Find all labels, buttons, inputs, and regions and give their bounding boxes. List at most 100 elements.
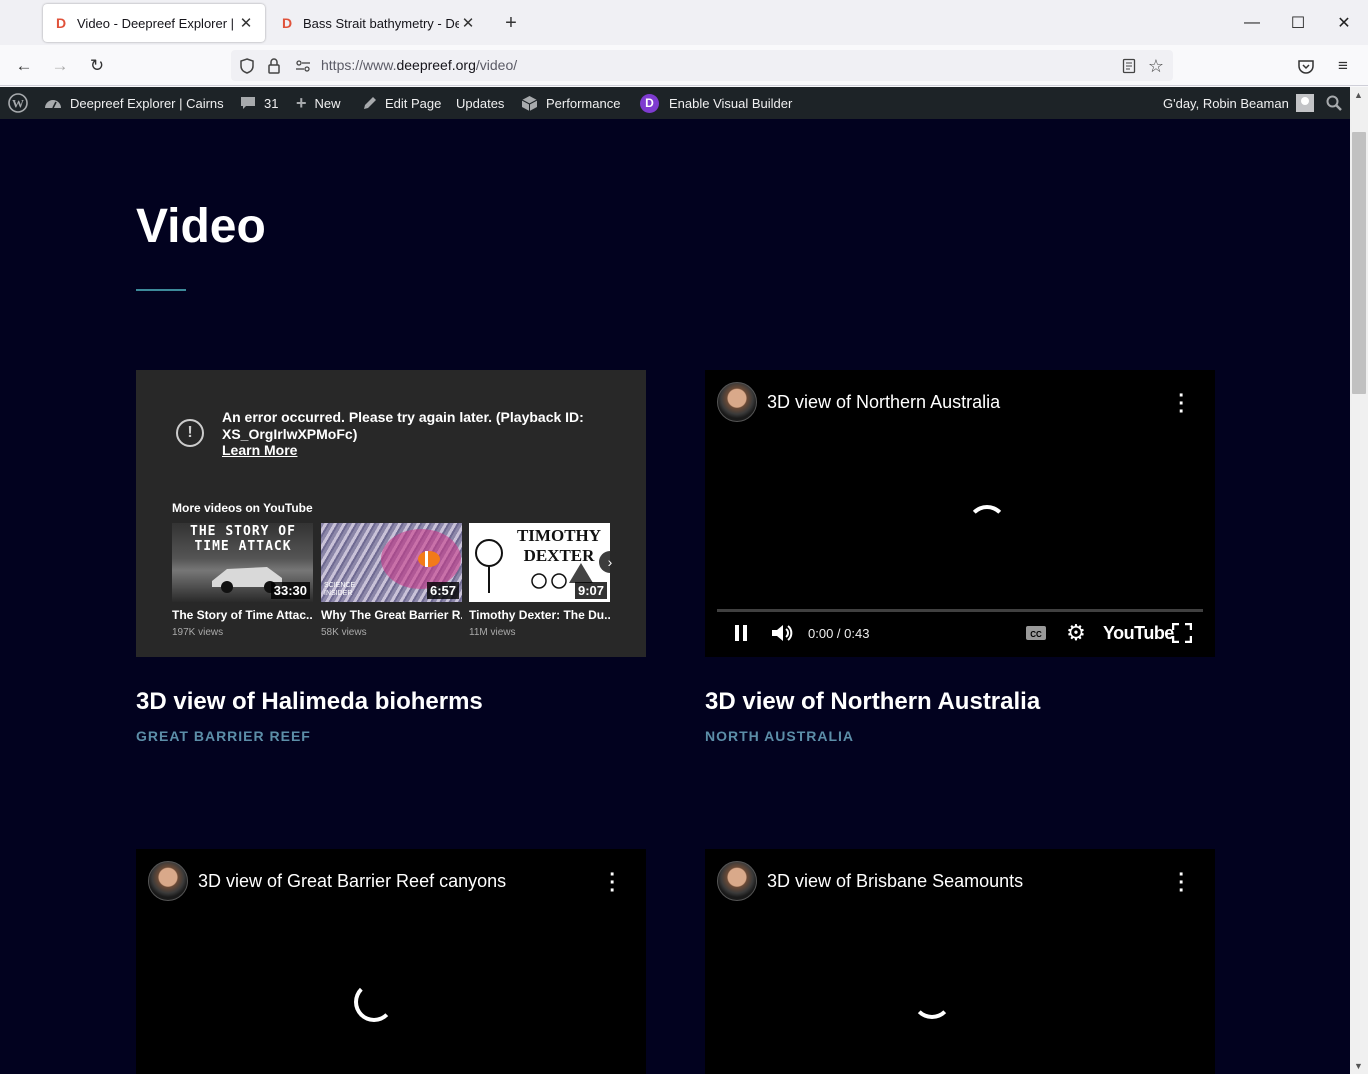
error-message: An error occurred. Please try again late… (222, 409, 584, 442)
suggested-video[interactable]: SCIENCE INSIDER 6:57 Why The Great Barri… (321, 523, 462, 638)
minimize-icon[interactable]: — (1229, 0, 1275, 45)
suggested-video-title: Timothy Dexter: The Du... (469, 608, 610, 622)
comment-bubble-icon (240, 95, 256, 111)
new-content-menu[interactable]: + New (296, 87, 341, 119)
address-bar[interactable]: https://www.deepreef.org/video/ ☆ (231, 50, 1173, 81)
comments-count: 31 (264, 95, 279, 111)
wp-admin-bar: W Deepreef Explorer | Cairns 31 + New Ed… (0, 87, 1368, 119)
suggested-video[interactable]: TIMOTHY DEXTER 9:07 Timothy Dexter: The … (469, 523, 610, 638)
thumbnail-caption: SCIENCE INSIDER (324, 582, 356, 597)
pocket-icon[interactable] (1293, 53, 1319, 79)
video-player-northern-australia[interactable]: 3D view of Northern Australia · · · 0:00 /… (705, 370, 1215, 657)
channel-avatar[interactable] (717, 861, 757, 901)
maximize-icon[interactable]: ☐ (1275, 0, 1321, 45)
page-title: Video (136, 200, 266, 253)
avatar (1295, 94, 1314, 112)
scrollbar-thumb[interactable] (1352, 132, 1366, 394)
page-content: Video ! An error occurred. Please try ag… (0, 119, 1350, 1074)
title-divider (136, 289, 186, 291)
video-thumbnail: SCIENCE INSIDER 6:57 (321, 523, 462, 602)
scroll-up-icon[interactable]: ▲ (1354, 90, 1363, 100)
player-title[interactable]: 3D view of Brisbane Seamounts (767, 871, 1023, 892)
player-title[interactable]: 3D view of Great Barrier Reef canyons (198, 871, 506, 892)
forward-icon[interactable]: → (47, 53, 73, 79)
my-account-menu[interactable]: G'day, Robin Beaman (1163, 87, 1314, 119)
scroll-down-icon[interactable]: ▼ (1354, 1061, 1363, 1071)
close-tab-icon[interactable]: ✕ (459, 14, 477, 32)
reader-view-icon[interactable] (1120, 57, 1138, 75)
video-duration: 6:57 (426, 582, 459, 599)
chevron-right-icon[interactable]: › (599, 551, 621, 573)
updates-link[interactable]: Updates (456, 87, 504, 119)
video-card-title[interactable]: 3D view of Halimeda bioherms (136, 688, 483, 716)
performance-cube-icon (521, 95, 538, 112)
suggested-video-views: 58K views (321, 627, 367, 638)
svg-text:W: W (12, 97, 24, 111)
player-controls: 0:00 / 0:43 CC ⚙ YouTube (705, 609, 1215, 657)
back-icon[interactable]: ← (11, 53, 37, 79)
channel-avatar[interactable] (717, 382, 757, 422)
more-videos-label: More videos on YouTube (172, 501, 313, 515)
channel-avatar[interactable] (148, 861, 188, 901)
updates-label: Updates (456, 95, 505, 111)
visual-builder-label: Enable Visual Builder (669, 95, 793, 111)
more-options-icon[interactable]: · · · (1178, 865, 1185, 901)
wordpress-logo-icon[interactable]: W (8, 87, 28, 119)
greeting-label: G'day, Robin Beaman (1163, 95, 1289, 111)
video-player-gbr-canyons[interactable]: 3D view of Great Barrier Reef canyons · ·… (136, 849, 646, 1074)
bookmark-star-icon[interactable]: ☆ (1147, 56, 1165, 76)
volume-icon[interactable] (769, 621, 795, 645)
pencil-icon (362, 96, 377, 111)
tab-title: Video - Deepreef Explorer | Cairns (77, 15, 237, 31)
settings-gear-icon[interactable]: ⚙ (1065, 620, 1087, 645)
video-card-category[interactable]: NORTH AUSTRALIA (705, 728, 854, 744)
tab-bass-strait[interactable]: D Bass Strait bathymetry - Deepreef Expl… (269, 4, 487, 42)
more-options-icon[interactable]: · · · (1178, 386, 1185, 422)
video-duration: 33:30 (270, 582, 310, 599)
comments-menu[interactable]: 31 (240, 87, 278, 119)
loading-spinner (967, 505, 1007, 545)
edit-page-label: Edit Page (385, 95, 442, 111)
tab-title: Bass Strait bathymetry - Deepreef Explor… (303, 15, 459, 31)
video-card-category[interactable]: GREAT BARRIER REEF (136, 728, 311, 744)
divi-logo-icon: D (640, 93, 659, 113)
site-name-menu[interactable]: Deepreef Explorer | Cairns (44, 87, 224, 119)
navigation-bar: ← → ↻ https://www.deepreef.org/video/ ☆ … (0, 45, 1368, 86)
close-tab-icon[interactable]: ✕ (237, 14, 255, 32)
suggested-video-title: Why The Great Barrier R... (321, 608, 462, 622)
menu-icon[interactable]: ≡ (1330, 53, 1356, 79)
deepreef-favicon-icon: D (55, 15, 67, 31)
visual-builder-link[interactable]: D Enable Visual Builder (640, 87, 792, 119)
fullscreen-icon[interactable] (1171, 621, 1193, 645)
permissions-icon[interactable] (294, 57, 312, 75)
new-label: New (314, 95, 341, 111)
captions-icon[interactable]: CC (1025, 621, 1047, 645)
performance-menu[interactable]: Performance (521, 87, 620, 119)
close-window-icon[interactable]: ✕ (1321, 0, 1367, 45)
tab-video[interactable]: D Video - Deepreef Explorer | Cairns ✕ (43, 4, 265, 42)
shield-icon[interactable] (238, 57, 256, 75)
video-player-brisbane-seamounts[interactable]: 3D view of Brisbane Seamounts · · · (705, 849, 1215, 1074)
search-icon[interactable] (1326, 87, 1342, 119)
suggested-video[interactable]: THE STORY OF TIME ATTACK 33:30 The Story… (172, 523, 313, 638)
progress-bar[interactable] (717, 609, 1203, 612)
more-options-icon[interactable]: · · · (609, 865, 616, 901)
url-text[interactable]: https://www.deepreef.org/video/ (321, 57, 517, 73)
reload-icon[interactable]: ↻ (84, 53, 110, 79)
youtube-logo[interactable]: YouTube (1103, 621, 1174, 645)
new-tab-icon[interactable]: + (499, 12, 523, 36)
svg-text:CC: CC (1030, 630, 1042, 639)
loading-spinner (354, 982, 394, 1022)
lock-icon[interactable] (265, 57, 283, 75)
dashboard-icon (44, 95, 62, 111)
video-thumbnail: TIMOTHY DEXTER 9:07 (469, 523, 610, 602)
learn-more-link[interactable]: Learn More (222, 442, 297, 458)
pause-icon[interactable] (731, 621, 751, 645)
video-player-halimeda[interactable]: ! An error occurred. Please try again la… (136, 370, 646, 657)
player-title[interactable]: 3D view of Northern Australia (767, 392, 1000, 413)
page-scrollbar[interactable]: ▲ ▼ (1350, 87, 1368, 1074)
edit-page-link[interactable]: Edit Page (362, 87, 441, 119)
time-display: 0:00 / 0:43 (808, 626, 870, 641)
plus-icon: + (296, 92, 307, 113)
video-card-title[interactable]: 3D view of Northern Australia (705, 688, 1040, 716)
